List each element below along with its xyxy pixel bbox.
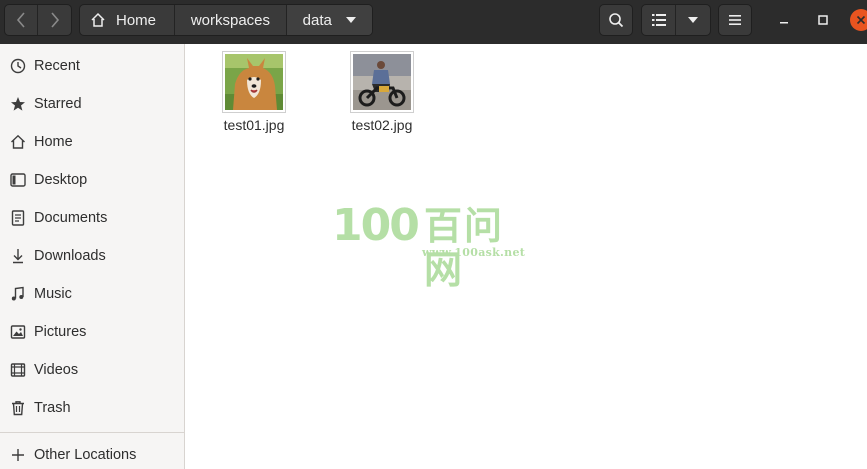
chevron-right-icon — [50, 12, 59, 28]
sidebar-item-documents[interactable]: Documents — [0, 199, 184, 237]
path-workspaces-label: workspaces — [190, 11, 271, 29]
path-bar: Home workspaces data — [79, 4, 373, 36]
dog-photo-thumbnail — [225, 54, 283, 110]
file-name: test01.jpg — [223, 117, 285, 133]
caret-down-icon — [688, 17, 698, 23]
file-thumbnail — [222, 51, 286, 113]
sidebar-item-label: Other Locations — [34, 447, 137, 463]
sidebar-item-label: Documents — [34, 210, 108, 226]
close-button[interactable] — [850, 9, 867, 31]
music-icon — [9, 285, 27, 303]
maximize-icon — [818, 15, 828, 25]
maximize-button[interactable] — [811, 8, 835, 32]
sidebar-item-label: Videos — [34, 362, 79, 378]
search-icon — [609, 13, 624, 28]
sidebar-item-label: Home — [34, 134, 73, 150]
sidebar-item-other-locations[interactable]: Other Locations — [0, 436, 184, 469]
sidebar-item-trash[interactable]: Trash — [0, 389, 184, 427]
video-icon — [9, 361, 27, 379]
sidebar-item-downloads[interactable]: Downloads — [0, 237, 184, 275]
path-workspaces-button[interactable]: workspaces — [175, 5, 287, 35]
sidebar-separator — [0, 432, 184, 433]
sidebar-item-starred[interactable]: Starred — [0, 85, 184, 123]
minimize-icon — [780, 22, 788, 24]
caret-down-icon — [345, 17, 356, 23]
sidebar-item-home[interactable]: Home — [0, 123, 184, 161]
file-item[interactable]: test02.jpg — [342, 45, 422, 137]
minimize-button[interactable] — [772, 8, 796, 32]
motorcycle-rider-photo-thumbnail — [353, 54, 411, 110]
sidebar: Recent Starred Home Desktop Documents Do… — [0, 44, 185, 469]
sidebar-item-music[interactable]: Music — [0, 275, 184, 313]
document-icon — [9, 209, 27, 227]
file-thumbnail — [350, 51, 414, 113]
trash-icon — [9, 399, 27, 417]
sidebar-item-videos[interactable]: Videos — [0, 351, 184, 389]
desktop-icon — [9, 171, 27, 189]
sidebar-item-desktop[interactable]: Desktop — [0, 161, 184, 199]
home-icon — [9, 133, 27, 151]
list-view-icon — [651, 14, 666, 26]
navigation-buttons — [4, 4, 72, 36]
main-menu-button[interactable] — [718, 4, 752, 36]
star-icon — [9, 95, 27, 113]
view-options-dropdown[interactable] — [676, 5, 710, 35]
picture-icon — [9, 323, 27, 341]
forward-button[interactable] — [38, 5, 71, 35]
file-item[interactable]: test01.jpg — [214, 45, 294, 137]
close-icon — [856, 15, 866, 25]
sidebar-item-label: Downloads — [34, 248, 106, 264]
watermark-number: 100 — [332, 200, 420, 251]
file-name: test02.jpg — [351, 117, 413, 133]
watermark-logo: 100 百问网 www.100ask.net — [332, 200, 542, 293]
sidebar-item-label: Recent — [34, 58, 80, 74]
sidebar-item-label: Pictures — [34, 324, 87, 340]
search-button[interactable] — [599, 4, 633, 36]
sidebar-item-label: Trash — [34, 400, 71, 416]
sidebar-item-label: Music — [34, 286, 72, 302]
sidebar-item-recent[interactable]: Recent — [0, 47, 184, 85]
sidebar-item-pictures[interactable]: Pictures — [0, 313, 184, 351]
clock-icon — [9, 57, 27, 75]
plus-icon — [9, 446, 27, 464]
path-data-label: data — [302, 11, 332, 29]
header-bar: Home workspaces data — [0, 0, 867, 44]
path-data-button[interactable]: data — [286, 5, 372, 35]
download-icon — [9, 247, 27, 265]
view-options — [641, 4, 711, 36]
back-button[interactable] — [5, 5, 39, 35]
home-icon — [91, 12, 105, 27]
path-home-button[interactable]: Home — [80, 5, 176, 35]
path-home-label: Home — [116, 11, 157, 29]
hamburger-menu-icon — [729, 15, 741, 25]
watermark-url: www.100ask.net — [422, 246, 526, 259]
sidebar-item-label: Starred — [34, 96, 82, 112]
list-view-button[interactable] — [642, 5, 676, 35]
sidebar-item-label: Desktop — [34, 172, 88, 188]
chevron-left-icon — [16, 12, 25, 28]
